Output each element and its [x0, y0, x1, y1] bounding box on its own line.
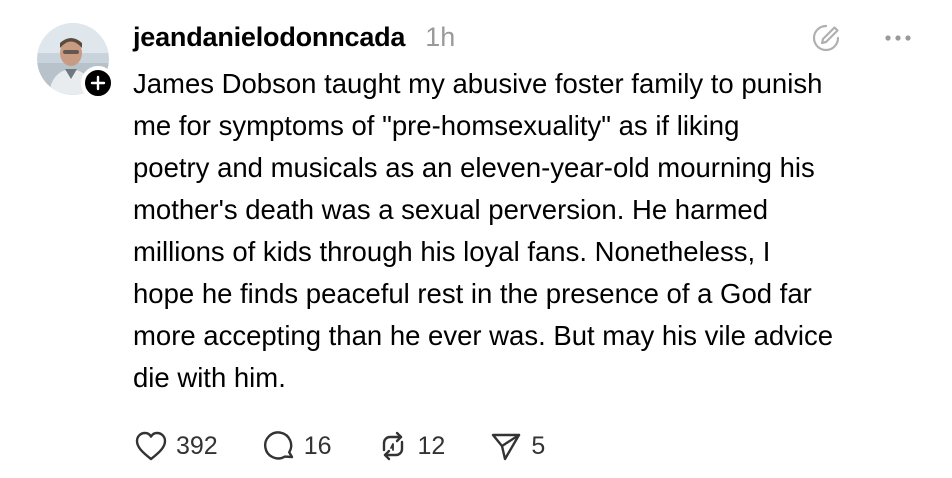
thread-post: jeandanielodonncada 1h James Dobson taug… — [0, 0, 952, 478]
top-actions — [810, 22, 912, 54]
post-header: jeandanielodonncada 1h — [133, 19, 455, 55]
username[interactable]: jeandanielodonncada — [133, 19, 405, 55]
post-text: James Dobson taught my abusive foster fa… — [133, 68, 834, 393]
edit-button[interactable] — [810, 22, 842, 54]
reply-icon — [263, 431, 293, 460]
plus-icon — [90, 75, 106, 91]
repost-button[interactable]: 12 — [376, 429, 446, 463]
repost-icon — [382, 431, 403, 461]
share-button[interactable]: 5 — [489, 429, 545, 463]
heart-icon — [135, 431, 167, 461]
repost-count: 12 — [417, 431, 446, 460]
more-icon — [885, 35, 911, 41]
reply-button[interactable]: 16 — [262, 429, 332, 463]
post-actions: 392 16 12 5 — [134, 428, 589, 464]
more-button[interactable] — [884, 34, 912, 42]
follow-button[interactable] — [81, 66, 115, 100]
edit-circle-icon — [812, 24, 840, 52]
like-count: 392 — [176, 431, 218, 460]
reply-count: 16 — [303, 431, 332, 460]
like-button[interactable]: 392 — [134, 430, 218, 462]
send-icon — [492, 433, 521, 461]
timestamp[interactable]: 1h — [425, 19, 455, 55]
avatar-container — [37, 23, 115, 100]
share-count: 5 — [531, 431, 546, 460]
